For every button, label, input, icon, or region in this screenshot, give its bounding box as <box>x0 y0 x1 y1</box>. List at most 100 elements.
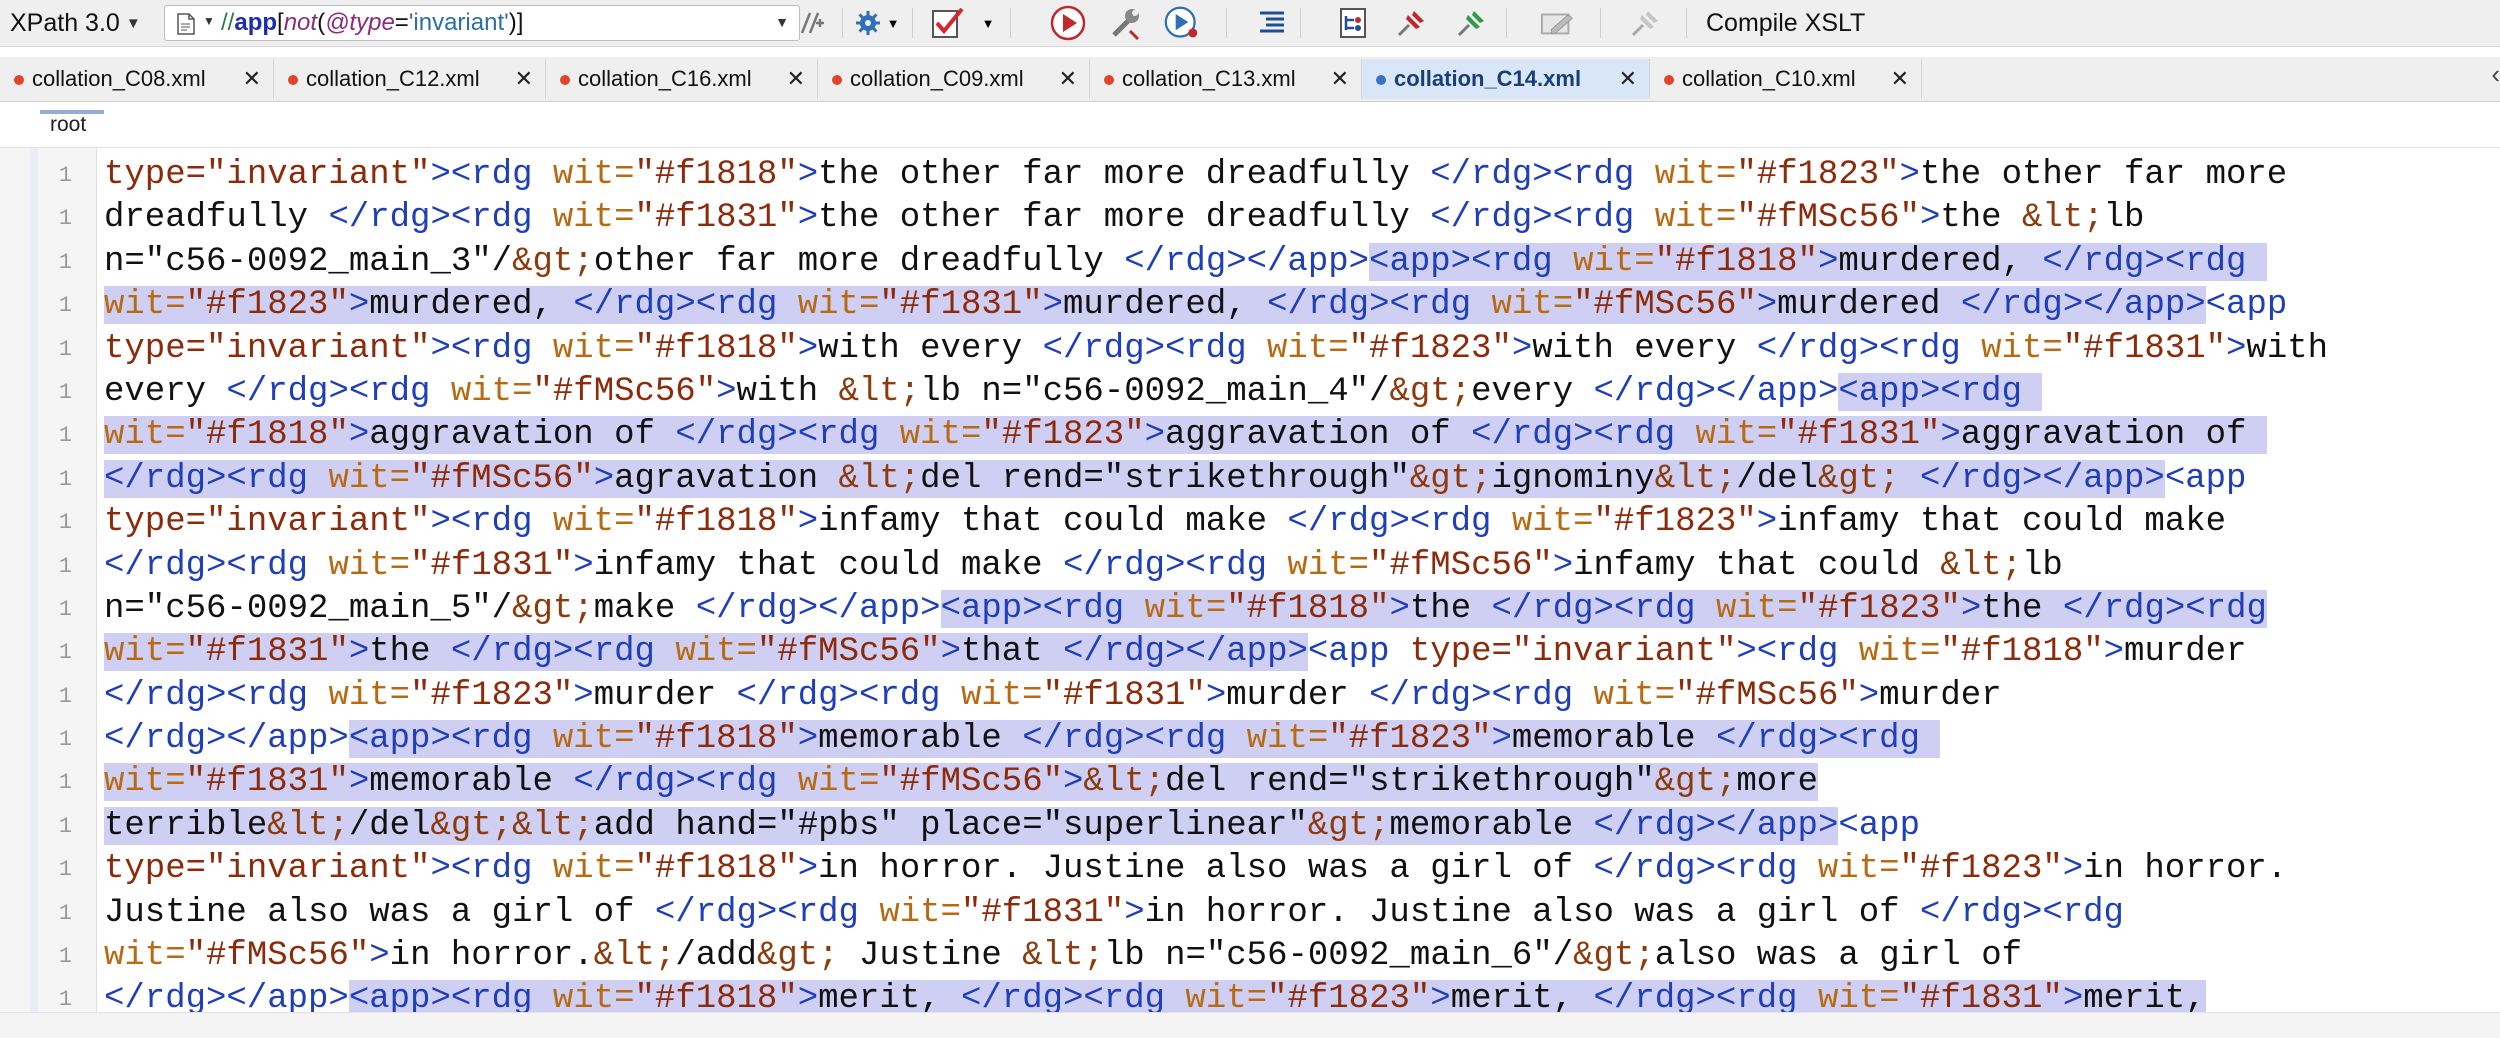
compile-xslt-button[interactable]: Compile XSLT <box>1706 7 1865 39</box>
code-token: wit= <box>552 720 635 759</box>
code-token: <app <box>2205 286 2288 325</box>
code-token: "#f1818" <box>1654 242 1818 281</box>
code-token: wit= <box>1267 329 1349 368</box>
code-token: ignominy <box>1491 459 1655 498</box>
chevron-down-icon[interactable]: ▼ <box>978 5 998 41</box>
code-token: </rdg><rdg <box>573 286 798 325</box>
line-number: 1 <box>58 770 72 796</box>
breadcrumb-bar: root <box>0 103 2500 148</box>
close-icon[interactable]: ✕ <box>1619 59 1637 99</box>
close-icon[interactable]: ✕ <box>1891 59 1909 99</box>
tabs-overflow-icon[interactable]: ‹ <box>2491 59 2500 90</box>
code-token: </rdg><rdg <box>1430 199 1655 238</box>
chevron-down-icon[interactable]: ▼ <box>883 5 903 41</box>
code-token: in horror. <box>389 937 594 976</box>
code-token: &lt; <box>1083 763 1166 802</box>
code-token: ><rdg <box>430 503 553 542</box>
breadcrumb[interactable]: root <box>50 113 86 137</box>
code-token: <app><rdg <box>940 589 1145 628</box>
tab-collation-c10[interactable]: collation_C10.xml ✕ <box>1650 59 1922 99</box>
pin-green-icon[interactable] <box>1454 5 1490 41</box>
code-token: &gt; <box>756 937 839 976</box>
text-editor[interactable]: 11111111111111111111 type="invariant"><r… <box>0 148 2500 1012</box>
code-token: &gt; <box>1817 459 1900 498</box>
code-area[interactable]: type="invariant"><rdg wit="#f1818">the o… <box>104 154 2500 1012</box>
run-transform-icon[interactable] <box>1050 5 1086 41</box>
code-token: wit= <box>1858 633 1941 672</box>
pin-disabled-icon[interactable] <box>1628 5 1664 41</box>
code-token: with every <box>1532 329 1757 368</box>
code-token: "#f1831" <box>1777 416 1941 455</box>
code-token: "#fMSc56" <box>756 633 941 672</box>
code-token: &gt; <box>512 242 594 281</box>
wrench-icon[interactable] <box>1108 5 1144 41</box>
close-icon[interactable]: ✕ <box>243 59 261 99</box>
edit-pencil-icon[interactable] <box>1540 5 1576 41</box>
tab-collation-c09[interactable]: collation_C09.xml ✕ <box>818 59 1090 99</box>
code-token: "#f1818" <box>185 416 349 455</box>
close-icon[interactable]: ✕ <box>515 59 533 99</box>
code-token: "#f1818" <box>1226 589 1390 628</box>
close-icon[interactable]: ✕ <box>1059 59 1077 99</box>
code-token: wit= <box>104 416 186 455</box>
close-icon[interactable]: ✕ <box>1331 59 1349 99</box>
code-token: agravation <box>614 459 839 498</box>
tab-label: collation_C14.xml <box>1394 66 1582 91</box>
debug-play-icon[interactable] <box>1164 5 1200 41</box>
validate-check-icon[interactable] <box>930 5 966 41</box>
code-token: wit= <box>104 937 186 976</box>
code-token: "#f1823" <box>1593 503 1757 542</box>
code-token: > <box>797 329 819 368</box>
xpath-version-label: XPath 3.0 <box>10 9 120 37</box>
code-line: terrible&lt;/del&gt;&lt;add hand="#pbs" … <box>104 805 2500 848</box>
code-token: "#f1823" <box>1267 980 1431 1012</box>
xpath-input[interactable]: ▼ //app[not(@type='invariant')] ▼ <box>164 5 800 41</box>
code-token: "#f1831" <box>960 893 1125 932</box>
xpath-tree-icon[interactable] <box>1336 5 1372 41</box>
code-token: "#f1831" <box>1042 676 1206 715</box>
xpath-version-select[interactable]: XPath 3.0 ▼ <box>10 7 141 39</box>
filter-settings-icon[interactable] <box>795 5 831 41</box>
code-token: "#fMSc56" <box>185 937 370 976</box>
code-line: type="invariant"><rdg wit="#f1818">with … <box>104 328 2500 371</box>
tab-collation-c12[interactable]: collation_C12.xml ✕ <box>274 59 546 99</box>
code-token: "#f1831" <box>879 286 1043 325</box>
code-token: "#f1818" <box>634 720 798 759</box>
code-token: &gt; <box>1654 763 1737 802</box>
tab-collation-c16[interactable]: collation_C16.xml ✕ <box>546 59 818 99</box>
pin-red-icon[interactable] <box>1394 5 1430 41</box>
close-icon[interactable]: ✕ <box>787 59 805 99</box>
code-token: > <box>1940 416 1961 455</box>
history-dropdown-icon[interactable]: ▼ <box>775 14 789 30</box>
code-token: > <box>1919 199 1941 238</box>
toolbar-separator <box>912 8 913 38</box>
tab-collation-c08[interactable]: collation_C08.xml ✕ <box>0 59 274 99</box>
code-token: > <box>348 286 370 325</box>
tab-collation-c13[interactable]: collation_C13.xml ✕ <box>1090 59 1362 99</box>
code-token: Justine <box>838 937 1023 976</box>
chevron-down-icon[interactable]: ▼ <box>203 14 215 28</box>
code-token: infamy that could make <box>1777 503 2226 542</box>
code-token: in horror. <box>2083 850 2288 889</box>
code-token: /del <box>1736 459 1818 498</box>
code-token: "#f1823" <box>1899 850 2063 889</box>
code-token: wit= <box>104 633 186 672</box>
code-token: "#f1823" <box>1797 589 1961 628</box>
code-token: wit= <box>1573 242 1655 281</box>
code-token: > <box>348 416 370 455</box>
code-token: </rdg></app> <box>104 980 349 1012</box>
code-token: > <box>2103 633 2125 672</box>
code-token: </rdg><rdg <box>1756 329 1982 368</box>
tab-collation-c14[interactable]: collation_C14.xml ✕ <box>1362 59 1650 99</box>
code-line: </rdg><rdg wit="#fMSc56">agravation &lt;… <box>104 458 2500 501</box>
horizontal-scrollbar[interactable] <box>0 1012 2500 1038</box>
code-token: wit= <box>1144 589 1227 628</box>
code-token: wit= <box>1511 503 1594 542</box>
code-token: <app <box>2164 459 2247 498</box>
code-token: > <box>369 937 390 976</box>
format-indent-icon[interactable] <box>1254 5 1290 41</box>
code-token: "#fMSc56" <box>879 763 1064 802</box>
code-token: wit= <box>1715 589 1798 628</box>
code-token: > <box>2062 850 2084 889</box>
xpath-element: app <box>234 9 278 36</box>
